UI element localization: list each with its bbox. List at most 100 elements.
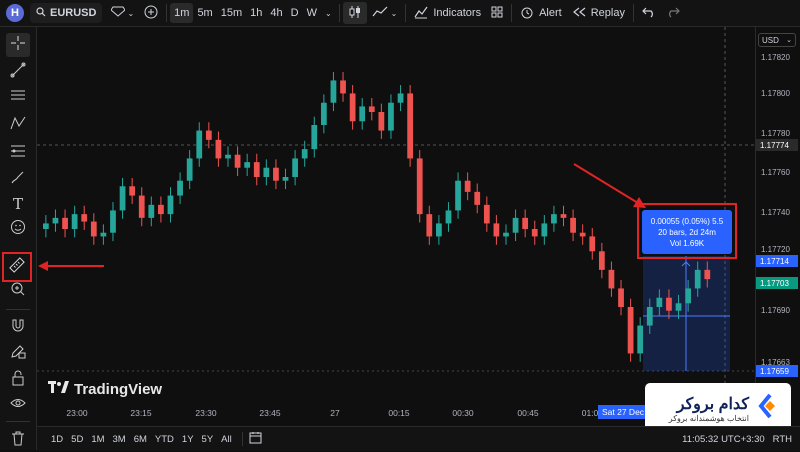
ruler-tool[interactable] bbox=[2, 252, 32, 282]
indicators-icon bbox=[414, 5, 428, 22]
divider bbox=[405, 4, 407, 22]
interval-15m[interactable]: 15m bbox=[217, 3, 246, 23]
candle-type-button[interactable] bbox=[342, 2, 367, 24]
crosshair-price-tag: 1.17774 bbox=[756, 139, 798, 151]
alert-button[interactable]: Alert bbox=[515, 2, 567, 24]
alarm-clock-icon bbox=[520, 5, 534, 22]
redo-button[interactable] bbox=[661, 2, 685, 24]
brush-icon bbox=[10, 169, 26, 190]
interval-5m[interactable]: 5m bbox=[193, 3, 216, 23]
symbol-type-button[interactable]: ⌄ bbox=[106, 2, 139, 24]
horizontal-lines-tool[interactable] bbox=[6, 85, 30, 109]
candle bbox=[119, 186, 126, 211]
interval-4h[interactable]: 4h bbox=[266, 3, 286, 23]
symbol-search[interactable]: EURUSD bbox=[30, 3, 103, 23]
range-6m[interactable]: 6M bbox=[134, 434, 147, 445]
lock-drawing-tool[interactable] bbox=[6, 341, 30, 365]
candle bbox=[464, 180, 471, 192]
tradingview-watermark: TradingView bbox=[48, 380, 162, 398]
interval-d[interactable]: D bbox=[287, 3, 303, 23]
time-highlight-tag: Sat 27 Dec bbox=[598, 405, 649, 419]
candle bbox=[90, 221, 97, 237]
calendar-icon[interactable] bbox=[249, 431, 262, 447]
interval-1m[interactable]: 1m bbox=[170, 3, 194, 23]
text-tool[interactable]: T bbox=[6, 192, 30, 216]
visibility-tool[interactable] bbox=[6, 393, 30, 417]
chevron-down-icon: ⌄ bbox=[127, 8, 135, 18]
divider bbox=[6, 421, 30, 422]
smiley-icon bbox=[10, 219, 26, 240]
redo-icon bbox=[666, 6, 680, 21]
candle bbox=[646, 307, 653, 326]
candle bbox=[627, 307, 634, 354]
eye-icon bbox=[10, 395, 26, 416]
interval-dropdown-icon[interactable]: ⌄ bbox=[325, 9, 332, 18]
candle bbox=[301, 149, 308, 159]
layouts-button[interactable] bbox=[486, 2, 508, 24]
divider bbox=[166, 4, 168, 22]
candle bbox=[541, 223, 548, 237]
undo-button[interactable] bbox=[637, 2, 661, 24]
range-1y[interactable]: 1Y bbox=[182, 434, 194, 445]
candle bbox=[512, 217, 519, 233]
time-label: 23:30 bbox=[195, 408, 217, 418]
price-label: 1.17820 bbox=[761, 53, 790, 62]
delete-tool[interactable] bbox=[6, 428, 30, 452]
range-all[interactable]: All bbox=[221, 434, 232, 445]
clock-timezone[interactable]: 11:05:32 UTC+3:30 bbox=[682, 434, 764, 445]
user-avatar[interactable]: H bbox=[6, 4, 24, 22]
candle bbox=[244, 162, 251, 168]
currency-label: USD bbox=[762, 35, 779, 45]
time-label: 00:45 bbox=[517, 408, 539, 418]
lock-tool[interactable] bbox=[6, 368, 30, 392]
fib-icon bbox=[10, 143, 26, 164]
range-1d[interactable]: 1D bbox=[51, 434, 63, 445]
time-label: 23:15 bbox=[130, 408, 152, 418]
candle bbox=[225, 154, 231, 159]
magnet-tool[interactable] bbox=[6, 316, 30, 340]
brush-tool[interactable] bbox=[6, 167, 30, 191]
ruler-icon bbox=[8, 256, 26, 279]
price-axis[interactable]: USD ⌄ 1.17820 1.17800 1.17780 1.17760 1.… bbox=[755, 27, 800, 425]
candle bbox=[186, 158, 193, 181]
currency-selector[interactable]: USD ⌄ bbox=[758, 33, 796, 47]
divider bbox=[241, 432, 243, 446]
session-toggle[interactable]: RTH bbox=[773, 434, 792, 445]
price-label: 1.17780 bbox=[761, 129, 790, 138]
candle bbox=[378, 112, 385, 131]
rewind-icon bbox=[572, 6, 586, 21]
range-3m[interactable]: 3M bbox=[113, 434, 126, 445]
candle bbox=[483, 204, 490, 224]
range-5y[interactable]: 5Y bbox=[202, 434, 214, 445]
interval-w[interactable]: W bbox=[303, 3, 321, 23]
line-type-button[interactable]: ⌄ bbox=[367, 2, 403, 24]
indicators-button[interactable]: Indicators bbox=[409, 2, 486, 24]
emoji-tool[interactable] bbox=[6, 217, 30, 241]
zoom-in-icon bbox=[10, 281, 26, 302]
range-ytd[interactable]: YTD bbox=[155, 434, 174, 445]
interval-1h[interactable]: 1h bbox=[246, 3, 266, 23]
candle bbox=[158, 204, 164, 215]
measure-volume: Vol 1.69K bbox=[669, 238, 705, 248]
trend-line-icon bbox=[10, 62, 26, 83]
range-5d[interactable]: 5D bbox=[71, 434, 83, 445]
price-label: 1.17760 bbox=[761, 168, 790, 177]
pencil-lock-icon bbox=[10, 343, 26, 364]
fib-tool[interactable] bbox=[6, 141, 30, 165]
divider bbox=[632, 4, 634, 22]
divider bbox=[338, 4, 340, 22]
zoom-tool[interactable] bbox=[6, 279, 30, 303]
crosshair-tool[interactable] bbox=[6, 33, 30, 57]
candle bbox=[445, 210, 452, 224]
pattern-tool[interactable] bbox=[6, 113, 30, 137]
last-price-tag: 1.17703 bbox=[756, 277, 798, 289]
line-chart-icon bbox=[372, 6, 388, 21]
replay-button[interactable]: Replay bbox=[567, 2, 630, 24]
range-1m[interactable]: 1M bbox=[91, 434, 104, 445]
compare-button[interactable] bbox=[139, 2, 163, 24]
candle bbox=[531, 229, 538, 237]
crosshair-icon bbox=[10, 35, 26, 56]
candle bbox=[685, 288, 691, 304]
trend-line-tool[interactable] bbox=[6, 60, 30, 84]
top-toolbar: H EURUSD ⌄ 1m 5m 15m 1h 4h D W ⌄ ⌄ Indic… bbox=[0, 0, 800, 27]
